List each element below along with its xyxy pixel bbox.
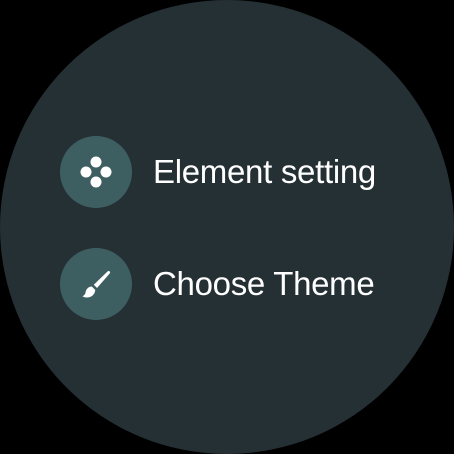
choose-theme-icon-button[interactable] (60, 248, 132, 320)
choose-theme-item[interactable]: Choose Theme (60, 248, 420, 320)
element-setting-label: Element setting (153, 153, 376, 190)
paintbrush-icon (82, 271, 111, 298)
watch-screen: Element setting Choose Theme (0, 0, 454, 454)
element-setting-item[interactable]: Element setting (60, 136, 420, 208)
four-dots-icon (80, 156, 112, 188)
choose-theme-label: Choose Theme (153, 265, 375, 302)
element-setting-icon-button[interactable] (60, 136, 132, 208)
